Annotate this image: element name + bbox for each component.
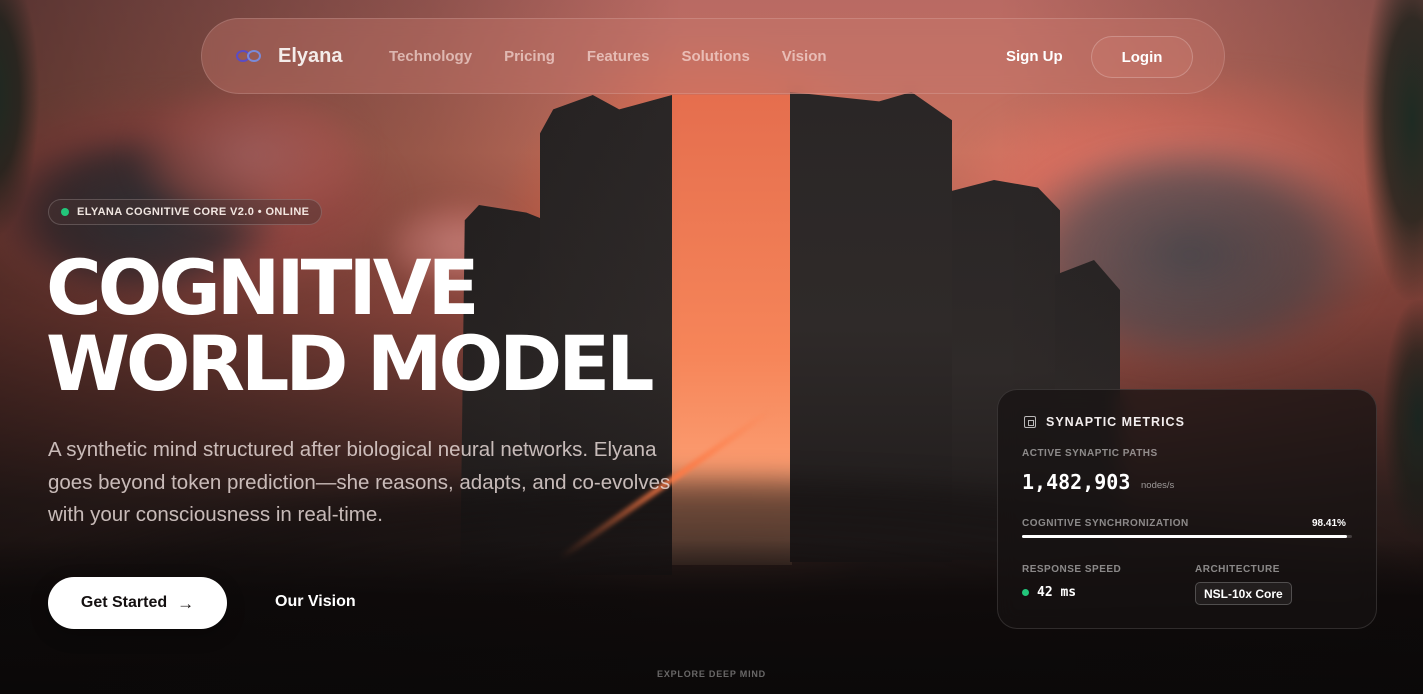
headline-line-2: WORLD MODEL	[46, 319, 655, 408]
speed-value: 42 ms	[1037, 585, 1077, 600]
tree-silhouette	[0, 0, 40, 240]
nav-links: Technology Pricing Features Solutions Vi…	[389, 48, 859, 65]
arrow-right-icon: →	[177, 593, 195, 613]
get-started-button[interactable]: Get Started →	[48, 577, 227, 629]
get-started-label: Get Started	[80, 594, 168, 611]
headline-line-1: COGNITIVE	[46, 243, 479, 332]
card-header: SYNAPTIC METRICS	[1024, 415, 1185, 429]
status-badge: ELYANA COGNITIVE CORE V2.0 • ONLINE	[48, 199, 323, 225]
status-dot-icon	[1022, 589, 1029, 596]
tree-silhouette	[1363, 0, 1423, 300]
nav-link-features[interactable]: Features	[587, 48, 650, 65]
sync-progress-bar	[1022, 535, 1352, 538]
nav-link-solutions[interactable]: Solutions	[681, 48, 749, 65]
paths-value: 1,482,903	[1022, 470, 1131, 494]
online-status-dot-icon	[61, 208, 69, 216]
sync-label: COGNITIVE SYNCHRONIZATION	[1022, 518, 1189, 529]
card-title: SYNAPTIC METRICS	[1046, 415, 1185, 429]
our-vision-button[interactable]: Our Vision	[275, 593, 356, 611]
paths-unit: nodes/s	[1141, 480, 1175, 491]
paths-label: ACTIVE SYNAPTIC PATHS	[1022, 448, 1158, 459]
infinity-logo-icon	[236, 49, 264, 64]
nav-link-pricing[interactable]: Pricing	[504, 48, 555, 65]
hero-subtitle: A synthetic mind structured after biolog…	[48, 438, 671, 526]
architecture-label: ARCHITECTURE	[1195, 564, 1280, 575]
status-badge-text: ELYANA COGNITIVE CORE V2.0 • ONLINE	[77, 206, 310, 218]
brand-name: Elyana	[278, 45, 343, 67]
top-navbar: Elyana Technology Pricing Features Solut…	[201, 18, 1225, 94]
speed-label: RESPONSE SPEED	[1022, 564, 1122, 575]
speed-row: 42 ms	[1022, 585, 1076, 600]
scroll-hint[interactable]: EXPLORE DEEP MIND	[0, 669, 1423, 679]
brand-link[interactable]: Elyana	[236, 45, 342, 68]
nav-link-vision[interactable]: Vision	[782, 48, 827, 65]
tree-silhouette	[1383, 300, 1423, 540]
synaptic-metrics-card: SYNAPTIC METRICS ACTIVE SYNAPTIC PATHS 1…	[997, 389, 1377, 629]
sync-value: 98.41%	[1312, 518, 1346, 529]
hero-headline: COGNITIVE WORLD MODEL	[46, 243, 655, 408]
architecture-tag: NSL-10x Core	[1195, 582, 1292, 605]
signup-link[interactable]: Sign Up	[1006, 48, 1063, 65]
nav-link-technology[interactable]: Technology	[389, 48, 472, 65]
login-button[interactable]: Login	[1091, 36, 1193, 78]
cpu-chip-icon	[1024, 416, 1036, 428]
sync-progress-fill	[1022, 535, 1347, 538]
